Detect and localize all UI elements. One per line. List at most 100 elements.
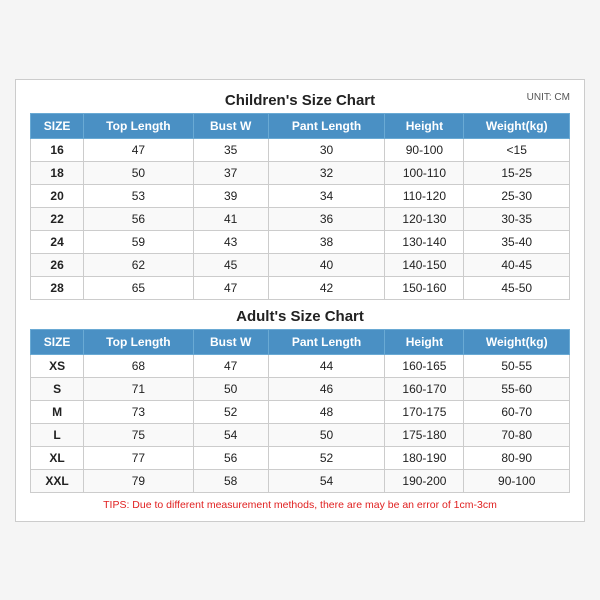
- table-cell: 56: [193, 446, 268, 469]
- table-row: 24594338130-14035-40: [31, 230, 570, 253]
- table-cell: XL: [31, 446, 84, 469]
- table-cell: 26: [31, 253, 84, 276]
- table-cell: 42: [268, 276, 385, 299]
- unit-label: UNIT: CM: [527, 92, 570, 103]
- table-cell: 40: [268, 253, 385, 276]
- table-row: 20533934110-12025-30: [31, 184, 570, 207]
- table-cell: 175-180: [385, 423, 464, 446]
- table-cell: 53: [84, 184, 193, 207]
- table-cell: 47: [193, 276, 268, 299]
- table-cell: 160-170: [385, 377, 464, 400]
- tips-text: TIPS: Due to different measurement metho…: [30, 499, 570, 511]
- table-cell: 120-130: [385, 207, 464, 230]
- table-cell: 38: [268, 230, 385, 253]
- children-col-size: SIZE: [31, 113, 84, 138]
- table-cell: 36: [268, 207, 385, 230]
- table-row: L755450175-18070-80: [31, 423, 570, 446]
- table-row: M735248170-17560-70: [31, 400, 570, 423]
- table-cell: 60-70: [464, 400, 570, 423]
- table-cell: 180-190: [385, 446, 464, 469]
- table-cell: 150-160: [385, 276, 464, 299]
- table-row: 28654742150-16045-50: [31, 276, 570, 299]
- table-cell: S: [31, 377, 84, 400]
- table-cell: 45-50: [464, 276, 570, 299]
- table-cell: 43: [193, 230, 268, 253]
- table-cell: 50: [193, 377, 268, 400]
- table-row: XS684744160-16550-55: [31, 354, 570, 377]
- children-col-pant-length: Pant Length: [268, 113, 385, 138]
- table-row: 18503732100-11015-25: [31, 161, 570, 184]
- adults-col-pant-length: Pant Length: [268, 329, 385, 354]
- table-cell: <15: [464, 138, 570, 161]
- adults-col-height: Height: [385, 329, 464, 354]
- table-cell: 73: [84, 400, 193, 423]
- table-cell: XS: [31, 354, 84, 377]
- table-cell: 71: [84, 377, 193, 400]
- adults-table: SIZE Top Length Bust W Pant Length Heigh…: [30, 329, 570, 493]
- table-cell: 58: [193, 469, 268, 492]
- table-cell: M: [31, 400, 84, 423]
- table-cell: 32: [268, 161, 385, 184]
- table-cell: 46: [268, 377, 385, 400]
- children-title: Children's Size Chart UNIT: CM: [30, 92, 570, 109]
- table-cell: 41: [193, 207, 268, 230]
- table-cell: 77: [84, 446, 193, 469]
- table-cell: 50: [268, 423, 385, 446]
- table-cell: 90-100: [464, 469, 570, 492]
- table-cell: 90-100: [385, 138, 464, 161]
- table-row: 22564136120-13030-35: [31, 207, 570, 230]
- table-cell: 50-55: [464, 354, 570, 377]
- table-cell: 160-165: [385, 354, 464, 377]
- table-cell: 170-175: [385, 400, 464, 423]
- adults-title-text: Adult's Size Chart: [236, 308, 364, 325]
- table-cell: 62: [84, 253, 193, 276]
- table-cell: 140-150: [385, 253, 464, 276]
- table-cell: 30-35: [464, 207, 570, 230]
- table-cell: 37: [193, 161, 268, 184]
- table-row: 1647353090-100<15: [31, 138, 570, 161]
- table-cell: 79: [84, 469, 193, 492]
- table-cell: 18: [31, 161, 84, 184]
- table-cell: 16: [31, 138, 84, 161]
- table-cell: 100-110: [385, 161, 464, 184]
- table-cell: 68: [84, 354, 193, 377]
- table-cell: 35: [193, 138, 268, 161]
- table-cell: 24: [31, 230, 84, 253]
- table-cell: 45: [193, 253, 268, 276]
- children-col-weight: Weight(kg): [464, 113, 570, 138]
- table-cell: 52: [268, 446, 385, 469]
- section-gap: [30, 300, 570, 308]
- adults-col-size: SIZE: [31, 329, 84, 354]
- adults-col-bust-w: Bust W: [193, 329, 268, 354]
- table-cell: 59: [84, 230, 193, 253]
- table-cell: 50: [84, 161, 193, 184]
- table-cell: 80-90: [464, 446, 570, 469]
- table-cell: 65: [84, 276, 193, 299]
- table-cell: 56: [84, 207, 193, 230]
- table-row: XXL795854190-20090-100: [31, 469, 570, 492]
- adults-title: Adult's Size Chart: [30, 308, 570, 325]
- table-cell: 54: [268, 469, 385, 492]
- chart-container: Children's Size Chart UNIT: CM SIZE Top …: [15, 79, 585, 522]
- table-cell: 130-140: [385, 230, 464, 253]
- table-cell: 30: [268, 138, 385, 161]
- table-cell: 190-200: [385, 469, 464, 492]
- table-row: XL775652180-19080-90: [31, 446, 570, 469]
- children-title-text: Children's Size Chart: [225, 92, 375, 109]
- table-cell: 48: [268, 400, 385, 423]
- adults-col-top-length: Top Length: [84, 329, 193, 354]
- table-cell: 20: [31, 184, 84, 207]
- adults-header-row: SIZE Top Length Bust W Pant Length Heigh…: [31, 329, 570, 354]
- table-cell: XXL: [31, 469, 84, 492]
- table-cell: 40-45: [464, 253, 570, 276]
- table-cell: 47: [84, 138, 193, 161]
- table-cell: 52: [193, 400, 268, 423]
- table-cell: 34: [268, 184, 385, 207]
- table-cell: 44: [268, 354, 385, 377]
- table-cell: 54: [193, 423, 268, 446]
- table-cell: L: [31, 423, 84, 446]
- table-row: S715046160-17055-60: [31, 377, 570, 400]
- table-cell: 28: [31, 276, 84, 299]
- table-cell: 39: [193, 184, 268, 207]
- table-cell: 110-120: [385, 184, 464, 207]
